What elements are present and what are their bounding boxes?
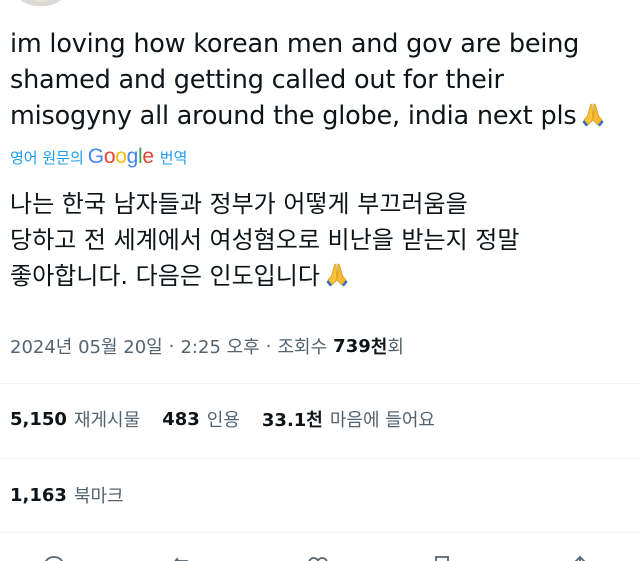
- folded-hands-icon: [326, 263, 348, 287]
- translation-prefix: 영어 원문의: [10, 148, 84, 167]
- separator: ·: [265, 335, 272, 357]
- bookmarks-label: 북마크: [73, 486, 124, 507]
- repost-icon[interactable]: [170, 554, 194, 561]
- bookmarks-count: 1,163: [10, 484, 67, 506]
- google-letter: e: [142, 145, 154, 168]
- google-letter: o: [103, 145, 116, 168]
- tweet-text: im loving how korean men and gov are bei…: [10, 26, 630, 134]
- divider: [0, 532, 640, 533]
- likes-stat[interactable]: 33.1천 마음에 들어요: [262, 406, 435, 432]
- reposts-count: 5,150: [10, 408, 67, 430]
- translation-credit[interactable]: 영어 원문의 Google 번역: [10, 144, 187, 170]
- tweet-line: misogyny all around the globe, india nex…: [10, 98, 630, 134]
- reposts-stat[interactable]: 5,150 재게시물: [10, 406, 140, 432]
- tweet-line-text: misogyny all around the globe, india nex…: [10, 101, 577, 131]
- google-letter: G: [87, 145, 104, 168]
- views-count[interactable]: 739: [333, 336, 371, 357]
- quotes-count: 483: [162, 408, 200, 430]
- translated-line-text: 좋아합니다. 다음은 인도입니다: [10, 262, 320, 290]
- bookmark-icon[interactable]: [430, 554, 454, 561]
- avatar[interactable]: [10, 0, 72, 6]
- bookmarks-stat[interactable]: 1,163 북마크: [10, 480, 146, 510]
- like-icon[interactable]: [306, 554, 330, 561]
- bookmarks-stat-item[interactable]: 1,163 북마크: [10, 482, 124, 508]
- views-suffix: 회: [387, 337, 404, 358]
- translated-text: 나는 한국 남자들과 정부가 어떻게 부끄러움을 당하고 전 세계에서 여성혐오…: [10, 186, 630, 294]
- quotes-label: 인용: [206, 410, 240, 431]
- quotes-stat[interactable]: 483 인용: [162, 406, 240, 432]
- action-bar: [0, 548, 640, 561]
- separator: ·: [168, 335, 175, 357]
- likes-count: 33.1천: [261, 410, 323, 431]
- tweet-line: shamed and getting called out for their: [10, 65, 504, 95]
- views-unit: 천: [370, 337, 388, 358]
- tweet-line: im loving how korean men and gov are bei…: [10, 29, 580, 59]
- reposts-label: 재게시물: [73, 410, 141, 431]
- google-letter: g: [126, 145, 139, 168]
- views-label: 조회수: [277, 337, 328, 358]
- share-icon[interactable]: [568, 554, 592, 561]
- divider: [0, 458, 640, 459]
- google-letter: o: [115, 145, 127, 168]
- tweet-time[interactable]: 2:25 오후: [180, 333, 259, 359]
- translated-line: 좋아합니다. 다음은 인도입니다: [10, 258, 630, 294]
- engagement-stats: 5,150 재게시물 483 인용 33.1천 마음에 들어요: [10, 404, 457, 434]
- divider: [0, 383, 640, 384]
- tweet-date[interactable]: 2024년 05월 20일: [10, 333, 163, 359]
- translated-line: 나는 한국 남자들과 정부가 어떻게 부끄러움을: [10, 190, 468, 218]
- google-logo: Google: [88, 145, 154, 169]
- likes-label: 마음에 들어요: [329, 410, 435, 431]
- translation-suffix: 번역: [159, 148, 188, 167]
- translated-line: 당하고 전 세계에서 여성혐오로 비난을 받는지 정말: [10, 226, 520, 254]
- reply-icon[interactable]: [42, 554, 66, 561]
- tweet-metadata: 2024년 05월 20일 · 2:25 오후 · 조회수 739 천 회: [10, 331, 404, 361]
- folded-hands-icon: [582, 103, 604, 127]
